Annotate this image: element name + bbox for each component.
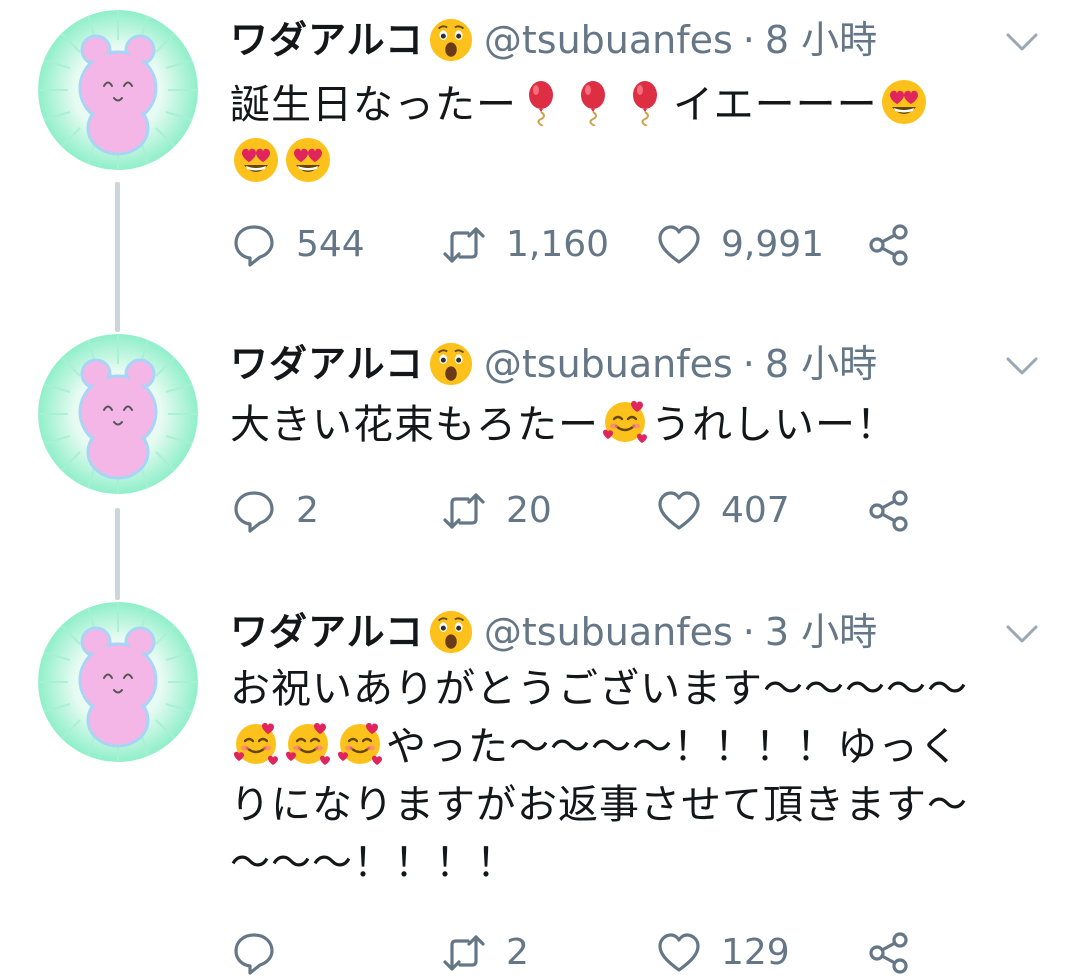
reply-button[interactable]: 544 <box>232 220 365 270</box>
astonished-face-emoji-icon <box>428 341 474 387</box>
retweet-icon <box>442 931 486 975</box>
tweet-text: 誕生日なったー イエーーー <box>230 76 1040 192</box>
tweet-actions: 2 129 <box>232 928 932 978</box>
chevron-down-icon[interactable] <box>1002 22 1042 62</box>
tweet-text-segment: 〜〜〜！！！！ <box>230 840 517 886</box>
like-count: 9,991 <box>721 224 825 265</box>
tweet[interactable]: ワダアルコ @tsubuanfes · 8 小時 大きい花束もろたー うれしいー！… <box>0 334 1080 554</box>
share-icon <box>867 223 911 267</box>
reply-count: 544 <box>296 224 365 265</box>
smiling-face-with-hearts-emoji-icon <box>601 398 649 446</box>
tweet-timestamp[interactable]: 8 小時 <box>765 334 877 394</box>
display-name[interactable]: ワダアルコ <box>230 334 424 394</box>
share-button[interactable] <box>867 928 931 978</box>
like-button[interactable]: 129 <box>657 928 790 978</box>
like-count: 129 <box>721 932 790 973</box>
tweet-header: ワダアルコ @tsubuanfes · 8 小時 <box>230 10 877 70</box>
tweet[interactable]: ワダアルコ @tsubuanfes · 8 小時 誕生日なったー イエーーー 54… <box>0 10 1080 310</box>
heart-eyes-emoji-icon <box>284 136 332 184</box>
share-icon <box>867 931 911 975</box>
tweet[interactable]: ワダアルコ @tsubuanfes · 3 小時 お祝いありがとうございます〜〜… <box>0 602 1080 979</box>
balloon-emoji-icon <box>623 78 671 126</box>
retweet-button[interactable]: 20 <box>442 486 552 536</box>
reply-icon <box>232 223 276 267</box>
avatar[interactable] <box>38 334 198 494</box>
tweet-text-segment: やった〜〜〜〜！！！！ゆっく <box>386 724 960 770</box>
tweet-text-segment: うれしいー！ <box>651 402 897 448</box>
reply-icon <box>232 931 276 975</box>
tweet-header: ワダアルコ @tsubuanfes · 3 小時 <box>230 602 877 662</box>
avatar[interactable] <box>38 602 198 762</box>
tweet-text-segment: 誕生日なったー <box>230 82 517 128</box>
heart-icon <box>657 489 701 533</box>
retweet-button[interactable]: 1,160 <box>442 220 609 270</box>
balloon-emoji-icon <box>519 78 567 126</box>
tweet-text: 大きい花束もろたー うれしいー！ <box>230 396 1040 454</box>
separator-dot: · <box>742 610 755 654</box>
user-handle[interactable]: @tsubuanfes <box>484 10 733 70</box>
user-handle[interactable]: @tsubuanfes <box>484 334 733 394</box>
reply-button[interactable]: 2 <box>232 486 319 536</box>
tweet-actions: 2 20 407 <box>232 486 932 536</box>
tweet-text-segment: イエーーー <box>673 82 878 128</box>
user-handle[interactable]: @tsubuanfes <box>484 602 733 662</box>
like-button[interactable]: 407 <box>657 486 790 536</box>
smiling-face-with-hearts-emoji-icon <box>336 720 384 768</box>
tweet-text-segment: 大きい花束もろたー <box>230 402 599 448</box>
balloon-emoji-icon <box>571 78 619 126</box>
chevron-down-icon[interactable] <box>1002 614 1042 654</box>
like-button[interactable]: 9,991 <box>657 220 824 270</box>
astonished-face-emoji-icon <box>428 609 474 655</box>
reply-count: 2 <box>296 490 319 531</box>
astonished-face-emoji-icon <box>428 17 474 63</box>
display-name[interactable]: ワダアルコ <box>230 602 424 662</box>
display-name[interactable]: ワダアルコ <box>230 10 424 70</box>
tweet-timestamp[interactable]: 8 小時 <box>765 10 877 70</box>
tweet-header: ワダアルコ @tsubuanfes · 8 小時 <box>230 334 877 394</box>
separator-dot: · <box>742 18 755 62</box>
heart-eyes-emoji-icon <box>232 136 280 184</box>
retweet-icon <box>442 489 486 533</box>
retweet-icon <box>442 223 486 267</box>
chevron-down-icon[interactable] <box>1002 346 1042 386</box>
separator-dot: · <box>742 342 755 386</box>
heart-eyes-emoji-icon <box>880 78 928 126</box>
heart-icon <box>657 931 701 975</box>
retweet-button[interactable]: 2 <box>442 928 529 978</box>
share-button[interactable] <box>867 486 931 536</box>
reply-button[interactable] <box>232 928 296 978</box>
smiling-face-with-hearts-emoji-icon <box>232 720 280 768</box>
retweet-count: 1,160 <box>506 224 610 265</box>
tweet-timestamp[interactable]: 3 小時 <box>765 602 877 662</box>
avatar[interactable] <box>38 10 198 170</box>
reply-icon <box>232 489 276 533</box>
retweet-count: 2 <box>506 932 529 973</box>
tweet-text: お祝いありがとうございます〜〜〜〜〜 やった〜〜〜〜！！！！ゆっく りになります… <box>230 660 1040 892</box>
smiling-face-with-hearts-emoji-icon <box>284 720 332 768</box>
share-button[interactable] <box>867 220 931 270</box>
like-count: 407 <box>721 490 790 531</box>
retweet-count: 20 <box>506 490 552 531</box>
tweet-text-segment: お祝いありがとうございます〜〜〜〜〜 <box>230 666 968 712</box>
tweet-text-segment: りになりますがお返事させて頂きます〜 <box>230 782 968 828</box>
heart-icon <box>657 223 701 267</box>
share-icon <box>867 489 911 533</box>
tweet-actions: 544 1,160 9,991 <box>232 220 932 270</box>
